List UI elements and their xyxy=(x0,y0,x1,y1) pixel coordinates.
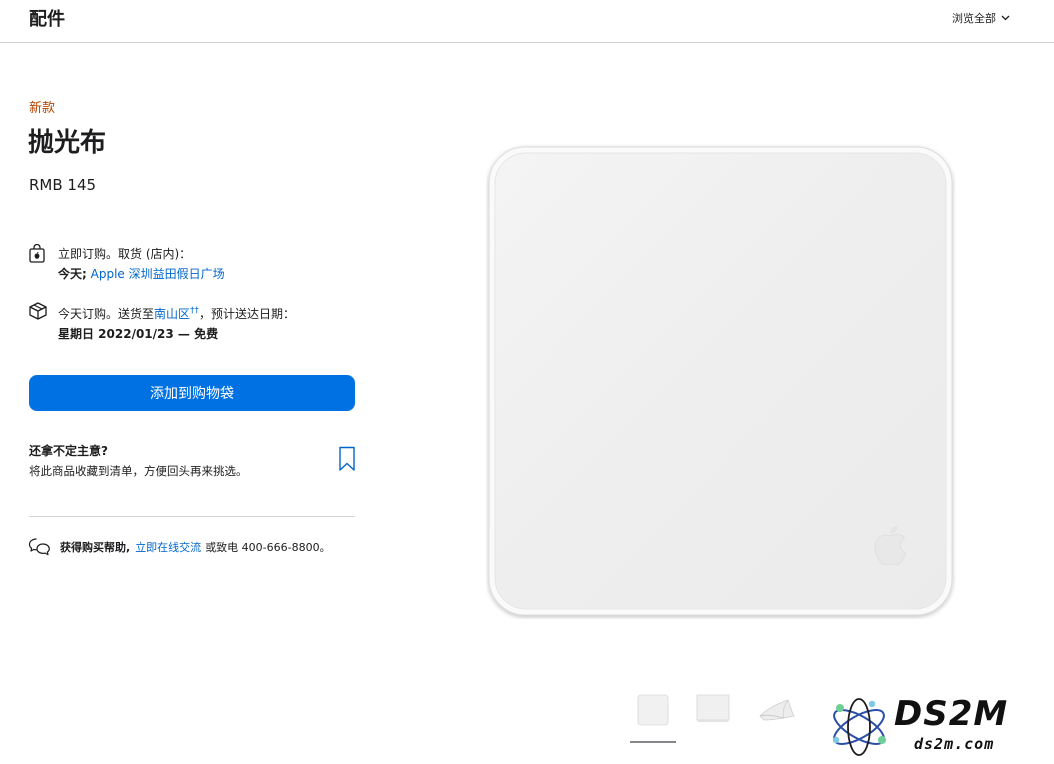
delivery-date: 星期日 2022/01/23 — 免费 xyxy=(58,327,219,341)
watermark-text: DS2M xyxy=(894,694,1009,734)
delivery-prefix: 今天订购。送货至 xyxy=(58,307,155,321)
thumbnail-folded[interactable] xyxy=(754,692,800,728)
shopping-bag-icon xyxy=(28,244,48,264)
save-title: 还拿不定主意? xyxy=(29,444,108,458)
product-image xyxy=(486,144,956,619)
product-title: 抛光布 xyxy=(28,128,107,158)
save-subtitle: 将此商品收藏到清单，方便回头再来挑选。 xyxy=(29,464,248,478)
purchase-help: 获得购买帮助, 立即在线交流 或致电 400-666-8800。 xyxy=(28,537,331,557)
add-to-bag-button[interactable]: 添加到购物袋 xyxy=(29,375,355,411)
bookmark-icon[interactable] xyxy=(338,446,356,472)
atom-logo-icon xyxy=(832,698,886,756)
pickup-info: 立即订购。取货 (店内)： 今天; Apple 深圳益田假日广场 xyxy=(28,244,225,284)
new-badge: 新款 xyxy=(29,101,56,116)
phone-text: 或致电 400-666-8800。 xyxy=(205,541,331,554)
thumbnail-selected-indicator xyxy=(630,741,676,743)
browse-all-label: 浏览全部 xyxy=(952,12,996,25)
store-link[interactable]: Apple 深圳益田假日广场 xyxy=(91,267,225,281)
chevron-down-icon xyxy=(1001,15,1010,21)
top-nav-bar: 配件 浏览全部 xyxy=(0,0,1054,43)
browse-all-dropdown[interactable]: 浏览全部 xyxy=(952,10,1010,26)
pickup-today: 今天; xyxy=(58,267,87,281)
help-label: 获得购买帮助, xyxy=(60,541,131,554)
delivery-location-link[interactable]: 南山区†† xyxy=(154,306,199,321)
product-price: RMB 145 xyxy=(29,176,97,194)
package-box-icon xyxy=(28,301,48,321)
chat-bubbles-icon xyxy=(28,537,51,557)
chat-now-link[interactable]: 立即在线交流 xyxy=(135,539,201,555)
page-title: 配件 xyxy=(29,9,65,30)
save-for-later: 还拿不定主意? 将此商品收藏到清单，方便回头再来挑选。 xyxy=(29,443,359,480)
watermark-domain: ds2m.com xyxy=(914,735,995,753)
thumbnail-angle[interactable] xyxy=(690,690,736,726)
delivery-info: 今天订购。送货至南山区††，预计送达日期： 星期日 2022/01/23 — 免… xyxy=(28,301,295,344)
delivery-suffix: ，预计送达日期： xyxy=(199,307,296,321)
watermark-logo: DS2M ds2m.com xyxy=(826,694,1046,760)
thumbnail-front[interactable] xyxy=(630,690,676,730)
divider xyxy=(29,516,355,517)
pickup-line: 立即订购。取货 (店内)： xyxy=(58,247,192,261)
